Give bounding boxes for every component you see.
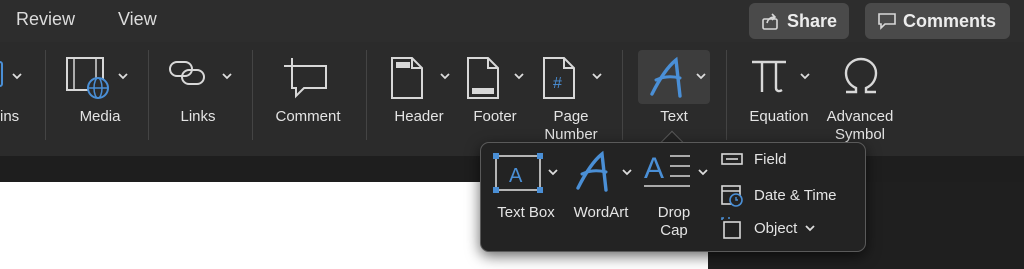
- chevron-down-icon: [118, 73, 128, 80]
- comment-icon: [284, 58, 327, 99]
- page-number-label: Page Number: [534, 108, 608, 144]
- ribbon-divider: [148, 50, 149, 140]
- page-number-icon: #: [543, 57, 575, 99]
- text-label: Text: [660, 108, 688, 125]
- footer-label: Footer: [473, 108, 517, 125]
- field-item[interactable]: Field: [720, 150, 787, 168]
- chevron-down-icon: [440, 73, 450, 80]
- media-label: Media: [79, 108, 121, 125]
- ribbon-partial-label: ins: [0, 108, 20, 125]
- chevron-down-icon: [12, 73, 22, 80]
- date-time-item[interactable]: Date & Time: [720, 183, 837, 207]
- advanced-symbol-line1: Advanced: [826, 108, 894, 125]
- page-number-line1: Page: [553, 108, 589, 125]
- svg-text:A: A: [644, 152, 664, 185]
- chevron-down-icon: [800, 73, 810, 80]
- object-label: Object: [754, 219, 798, 237]
- ribbon-divider: [366, 50, 367, 140]
- chevron-down-icon: [222, 73, 232, 80]
- links-icon: [169, 61, 205, 85]
- ribbon-partial-button[interactable]: ins: [0, 50, 30, 150]
- object-icon: [721, 217, 741, 239]
- tab-review[interactable]: Review: [16, 9, 75, 30]
- wordart-label: WordArt: [573, 204, 629, 221]
- comments-icon: [878, 13, 896, 30]
- chevron-down-icon: [622, 169, 632, 176]
- share-button[interactable]: Share: [749, 3, 849, 39]
- chevron-down-icon: [696, 73, 706, 80]
- date-time-label: Date & Time: [754, 186, 837, 204]
- chevron-down-icon: [698, 169, 708, 176]
- header-button[interactable]: Header: [384, 50, 454, 150]
- text-button[interactable]: [638, 50, 710, 104]
- advanced-symbol-button[interactable]: Advanced Symbol: [820, 50, 900, 150]
- advanced-symbol-label: Advanced Symbol: [820, 108, 900, 144]
- ribbon-divider: [726, 50, 727, 140]
- text-box-button[interactable]: A Text Box: [488, 150, 564, 226]
- equation-button[interactable]: Equation: [742, 50, 816, 150]
- drop-cap-label: Drop Cap: [642, 204, 706, 240]
- comment-button[interactable]: Comment: [266, 50, 350, 150]
- header-icon: [391, 57, 423, 99]
- chevron-down-icon: [592, 73, 602, 80]
- comment-label: Comment: [275, 108, 341, 125]
- object-item[interactable]: Object: [720, 216, 825, 240]
- svg-text:#: #: [553, 75, 562, 92]
- links-label: Links: [180, 108, 216, 125]
- footer-icon: [467, 57, 499, 99]
- chevron-down-icon: [514, 73, 524, 80]
- text-box-icon: A: [493, 153, 543, 193]
- drop-cap-button[interactable]: A Drop Cap: [642, 146, 714, 242]
- comments-label: Comments: [903, 10, 997, 31]
- ribbon-divider: [45, 50, 46, 140]
- share-icon: [762, 13, 778, 30]
- svg-text:A: A: [509, 165, 523, 187]
- page-number-button[interactable]: # Page Number: [534, 50, 608, 150]
- share-label: Share: [787, 10, 838, 31]
- ribbon-divider: [622, 50, 623, 140]
- field-label: Field: [754, 150, 787, 168]
- ribbon-divider: [252, 50, 253, 140]
- equation-label: Equation: [749, 108, 809, 125]
- comments-button[interactable]: Comments: [865, 3, 1010, 39]
- text-box-label: Text Box: [497, 204, 555, 221]
- media-icon: [66, 57, 109, 99]
- footer-button[interactable]: Footer: [460, 50, 530, 150]
- wordart-button[interactable]: WordArt: [566, 150, 638, 226]
- media-button[interactable]: Media: [60, 50, 140, 150]
- header-label: Header: [394, 108, 444, 125]
- tab-bar: Review View Share Comments: [0, 0, 1024, 42]
- drop-cap-line1: Drop: [657, 204, 691, 221]
- links-button[interactable]: Links: [158, 50, 238, 150]
- wordart-icon: [576, 150, 608, 192]
- pi-icon: [752, 60, 786, 93]
- field-icon: [721, 153, 743, 165]
- chevron-down-icon: [548, 169, 558, 176]
- drop-cap-line2: Cap: [660, 222, 688, 239]
- drop-cap-icon: A: [644, 152, 690, 187]
- date-time-icon: [721, 185, 743, 207]
- add-ins-icon: [0, 61, 3, 87]
- tab-view[interactable]: View: [118, 9, 157, 30]
- text-icon: [650, 56, 682, 98]
- chevron-down-icon: [805, 225, 815, 232]
- omega-icon: [844, 57, 878, 94]
